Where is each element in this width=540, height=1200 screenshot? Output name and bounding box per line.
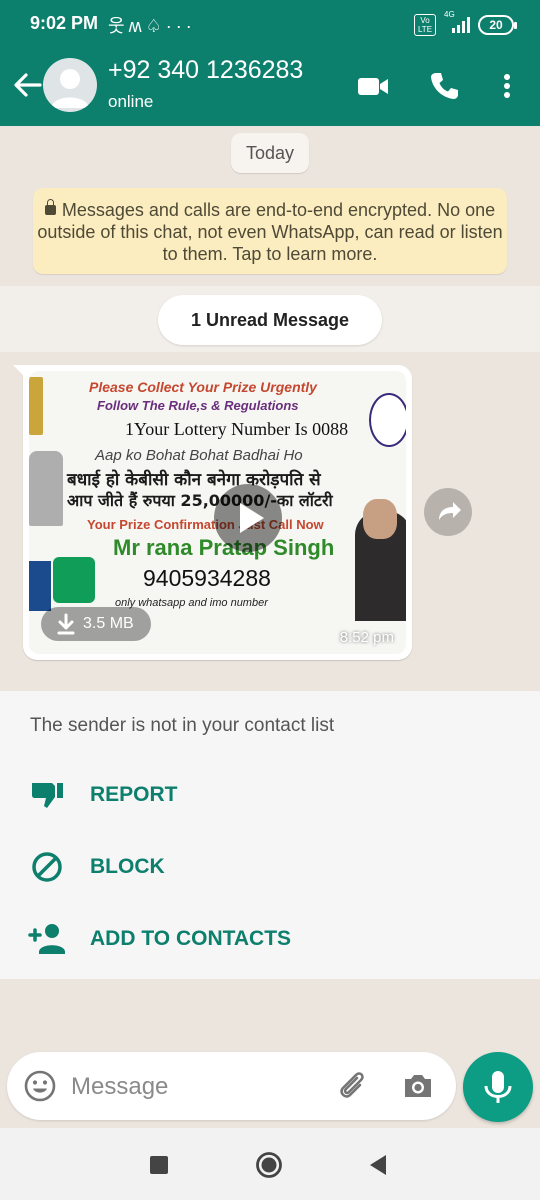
message-composer xyxy=(7,1052,456,1120)
attach-icon[interactable] xyxy=(335,1069,369,1103)
forward-icon xyxy=(439,502,461,520)
battery-icon: 20 xyxy=(478,15,517,35)
status-bar: 9:02 PM 웃ʍ♤··· Vo LTE 4G 20 xyxy=(0,0,540,50)
message-input[interactable] xyxy=(71,1067,321,1107)
signal-icon: 4G xyxy=(444,10,470,34)
download-button[interactable]: 3.5 MB xyxy=(41,607,151,641)
volte-icon: Vo LTE xyxy=(414,14,436,36)
incoming-media-message[interactable]: Please Collect Your Prize Urgently Follo… xyxy=(13,365,412,660)
m-logo-icon: ʍ xyxy=(128,16,146,36)
add-person-icon xyxy=(28,924,65,954)
unknown-sender-panel: The sender is not in your contact list R… xyxy=(0,691,540,979)
date-chip: Today xyxy=(231,133,309,173)
download-icon xyxy=(57,613,75,635)
video-thumbnail[interactable]: Please Collect Your Prize Urgently Follo… xyxy=(29,371,406,654)
contact-name[interactable]: +92 340 1236283 xyxy=(108,56,303,85)
block-button[interactable]: BLOCK xyxy=(28,847,508,887)
report-button[interactable]: REPORT xyxy=(28,775,508,815)
encryption-text: Messages and calls are end-to-end encryp… xyxy=(37,200,503,264)
seal-graphic xyxy=(369,393,406,447)
encryption-notice[interactable]: Messages and calls are end-to-end encryp… xyxy=(33,188,507,274)
notification-icons: 웃ʍ♤··· xyxy=(108,12,196,38)
clock: 9:02 PM xyxy=(30,13,99,33)
emoji-icon[interactable] xyxy=(23,1069,57,1103)
add-to-contacts-label: ADD TO CONTACTS xyxy=(90,927,292,950)
default-avatar-icon xyxy=(51,69,89,108)
voice-message-button[interactable] xyxy=(463,1052,533,1122)
avatar[interactable] xyxy=(43,58,97,112)
system-indicators: Vo LTE 4G 20 xyxy=(414,10,517,36)
play-button[interactable] xyxy=(214,484,282,552)
report-label: REPORT xyxy=(90,783,178,806)
gold-bar-graphic xyxy=(29,377,43,435)
thumbs-down-icon xyxy=(32,783,63,808)
person-face-graphic xyxy=(363,499,397,539)
emblem-graphic xyxy=(29,451,63,526)
home-icon[interactable] xyxy=(254,1150,284,1180)
system-navigation-bar xyxy=(0,1128,540,1200)
contact-status: online xyxy=(108,92,154,111)
poster-line-2: Follow The Rule,s & Regulations xyxy=(97,398,299,413)
more-dots-icon: ··· xyxy=(165,16,196,36)
snapchat-ghost-icon: ♤ xyxy=(145,16,166,36)
stick-figure-icon: 웃 xyxy=(108,16,129,36)
video-call-icon[interactable] xyxy=(355,68,391,104)
more-options-icon[interactable] xyxy=(490,68,524,104)
unread-message-chip: 1 Unread Message xyxy=(158,295,382,345)
message-timestamp: 8:52 pm xyxy=(339,629,394,646)
lock-icon xyxy=(44,199,56,215)
recents-icon[interactable] xyxy=(144,1150,174,1180)
block-icon xyxy=(32,852,62,882)
add-to-contacts-button[interactable]: ADD TO CONTACTS xyxy=(28,919,508,959)
media-size: 3.5 MB xyxy=(83,615,134,632)
poster-line-6: आप जीते हैं रुपया 25,00000/-का लॉटरी xyxy=(67,491,333,510)
poster-line-7: Your Prize Confirmation Just Call Now xyxy=(87,517,324,532)
forward-button[interactable] xyxy=(424,488,472,536)
whatsapp-logo-graphic xyxy=(53,557,95,603)
poster-line-5: बधाई हो केबीसी कौन बनेगा करोड़पति से xyxy=(67,470,321,490)
poster-line-3: 1Your Lottery Number Is 0088 xyxy=(125,419,349,439)
block-label: BLOCK xyxy=(90,855,165,878)
poster-line-4: Aap ko Bohat Bohat Badhai Ho xyxy=(95,447,303,464)
back-nav-icon[interactable] xyxy=(364,1150,394,1180)
poster-line-1: Please Collect Your Prize Urgently xyxy=(89,379,317,395)
camera-icon[interactable] xyxy=(401,1069,435,1103)
unknown-sender-note: The sender is not in your contact list xyxy=(30,715,335,736)
poster-line-9: 9405934288 xyxy=(143,565,271,591)
microphone-icon xyxy=(484,1071,512,1103)
back-arrow-icon[interactable] xyxy=(10,68,44,102)
chat-header: +92 340 1236283 online xyxy=(0,50,540,126)
sony-logo-graphic xyxy=(29,561,51,611)
voice-call-icon[interactable] xyxy=(426,68,462,104)
